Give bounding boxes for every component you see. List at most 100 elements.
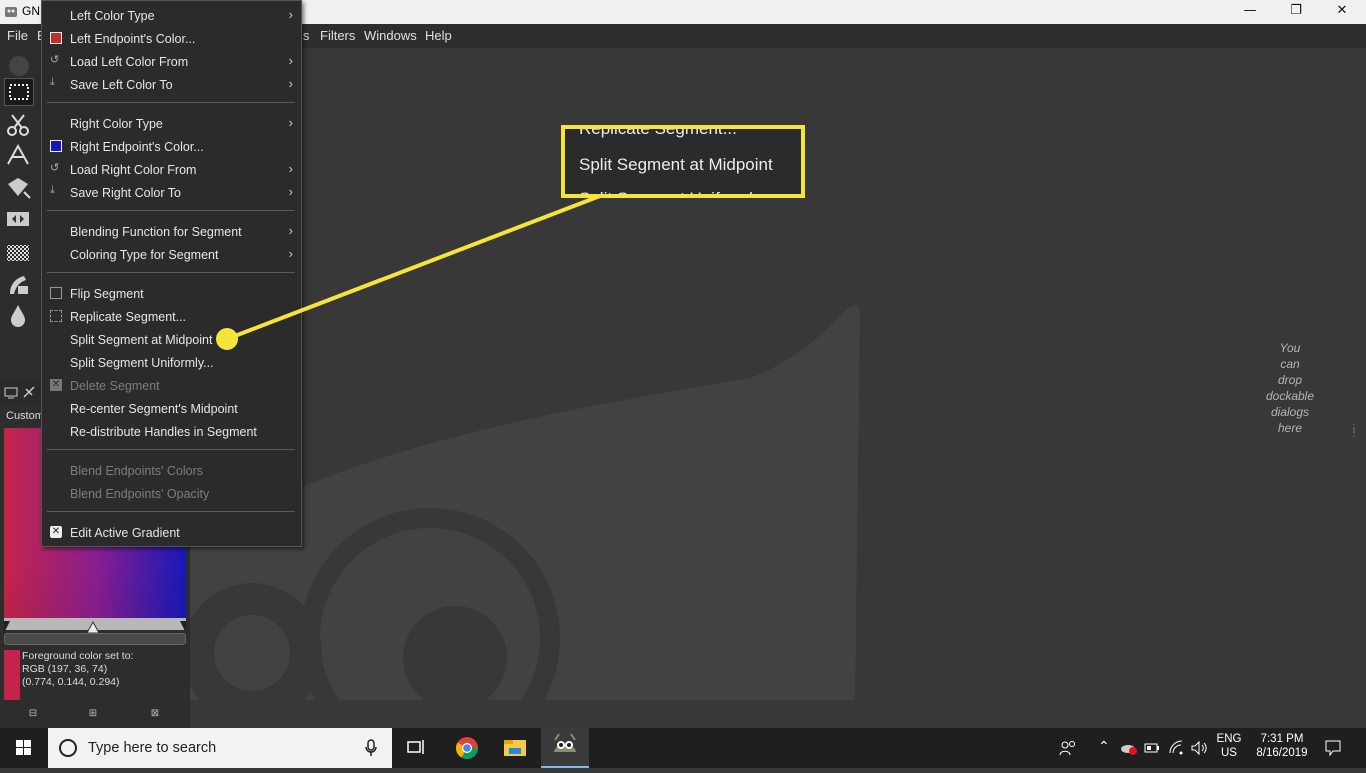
- language-indicator[interactable]: ENG US: [1216, 733, 1242, 759]
- zoom-fit-icon[interactable]: ⊠: [149, 708, 161, 720]
- menu-item-recenter-midpoint[interactable]: Re-center Segment's Midpoint: [42, 397, 301, 420]
- drop-icon: [11, 305, 25, 327]
- chevron-right-icon: ›: [288, 184, 293, 199]
- paint-tool[interactable]: [4, 272, 34, 300]
- scissors-icon: [7, 114, 29, 136]
- callout-split-midpoint-text: Split Segment at Midpoint: [579, 155, 773, 174]
- gimp-taskbar-button[interactable]: [541, 728, 589, 768]
- blend-tool[interactable]: [4, 240, 34, 268]
- wilber-icon: [9, 56, 29, 76]
- menu-item-blend-colors[interactable]: Blend Endpoints' Colors: [42, 459, 301, 482]
- save-icon: ⤓: [50, 184, 55, 196]
- gradient-icon: [7, 245, 29, 261]
- menu-item-left-endpoint-color[interactable]: Left Endpoint's Color...: [42, 27, 301, 50]
- menu-item-right-endpoint-color[interactable]: Right Endpoint's Color...: [42, 135, 301, 158]
- maximize-button[interactable]: ❐: [1273, 0, 1319, 24]
- foreground-status-float: (0.774, 0.144, 0.294): [22, 676, 120, 688]
- menu-item-save-left-color[interactable]: ⤓ Save Left Color To ›: [42, 73, 301, 96]
- keyboard-layout: US: [1221, 747, 1237, 759]
- menu-item-blending-function[interactable]: Blending Function for Segment ›: [42, 220, 301, 243]
- menu-item-replicate-segment[interactable]: Replicate Segment...: [42, 305, 301, 328]
- microphone-icon[interactable]: [364, 739, 378, 757]
- menu-help[interactable]: Help: [425, 28, 452, 43]
- dock-hint-line: can: [1280, 357, 1300, 371]
- device-status-icon[interactable]: [4, 385, 18, 399]
- scissors-tool[interactable]: [4, 112, 34, 140]
- clock-time: 7:31 PM: [1260, 733, 1304, 745]
- menu-item-edit-active-gradient[interactable]: ✕ Edit Active Gradient: [42, 521, 301, 544]
- menu-item-delete-segment[interactable]: ✕ Delete Segment: [42, 374, 301, 397]
- menu-item-split-uniformly[interactable]: Split Segment Uniformly...: [42, 351, 301, 374]
- menu-item-label: Split Segment at Midpoint: [70, 333, 213, 347]
- zoom-out-icon[interactable]: ⊟: [27, 708, 39, 720]
- battery-icon[interactable]: [1144, 742, 1160, 754]
- menu-item-blend-opacity[interactable]: Blend Endpoints' Opacity: [42, 482, 301, 505]
- menu-separator: [47, 511, 295, 512]
- window-title: GN: [22, 4, 40, 18]
- menu-item-save-right-color[interactable]: ⤓ Save Right Color To ›: [42, 181, 301, 204]
- chevron-right-icon: ›: [288, 223, 293, 238]
- menu-item-label: Re-distribute Handles in Segment: [70, 425, 257, 439]
- gradient-name-label: Custom: [6, 410, 44, 422]
- gradient-context-menu: Left Color Type › Left Endpoint's Color..…: [41, 0, 302, 547]
- path-tool[interactable]: [4, 142, 34, 170]
- flip-tool[interactable]: [4, 206, 34, 234]
- flip-icon: [7, 212, 29, 226]
- minimize-button[interactable]: —: [1227, 0, 1273, 24]
- menu-item-redistribute-handles[interactable]: Re-distribute Handles in Segment: [42, 420, 301, 443]
- menu-item-right-color-type[interactable]: Right Color Type ›: [42, 112, 301, 135]
- onedrive-error-icon[interactable]: [1120, 740, 1138, 756]
- callout-split-uniformly-text: Split Segment Uniformly...: [579, 189, 774, 194]
- callout-replicate-text: Replicate Segment...: [579, 125, 737, 138]
- paintbrush-icon: [10, 276, 28, 294]
- undo-icon: ↺: [50, 54, 60, 66]
- wifi-icon[interactable]: [1168, 740, 1184, 756]
- start-button[interactable]: [0, 728, 48, 768]
- taskbar-search[interactable]: Type here to search: [48, 728, 392, 768]
- file-explorer-button[interactable]: [491, 728, 539, 768]
- menu-filters[interactable]: Filters: [320, 28, 355, 43]
- menu-item-label: Blend Endpoints' Opacity: [70, 487, 210, 501]
- menu-separator: [47, 102, 295, 103]
- menu-file[interactable]: File: [7, 28, 28, 43]
- menu-item-split-midpoint[interactable]: Split Segment at Midpoint: [42, 328, 301, 351]
- windows-logo-icon: [16, 740, 31, 755]
- zoom-in-icon[interactable]: ⊞: [87, 708, 99, 720]
- callout-zoom-box: Replicate Segment... Split Segment at Mi…: [561, 125, 805, 198]
- menu-windows[interactable]: Windows: [364, 28, 417, 43]
- language-code: ENG: [1216, 733, 1242, 745]
- smudge-tool[interactable]: [4, 302, 34, 330]
- foreground-status-line: Foreground color set to:: [22, 650, 134, 662]
- transform-tool[interactable]: [4, 174, 34, 202]
- menu-item-load-left-color[interactable]: ↺ Load Left Color From ›: [42, 50, 301, 73]
- gradient-scrollbar[interactable]: [4, 633, 186, 645]
- menu-item-coloring-type[interactable]: Coloring Type for Segment ›: [42, 243, 301, 266]
- gimp-icon: [554, 733, 576, 752]
- menu-item-label: Blending Function for Segment: [70, 225, 242, 239]
- task-view-button[interactable]: [392, 728, 440, 768]
- people-icon[interactable]: [1058, 738, 1078, 758]
- close-icon: ✕: [50, 526, 62, 538]
- action-center-icon[interactable]: [1324, 739, 1342, 757]
- dock-hint-line: drop: [1277, 373, 1303, 387]
- menu-item-load-right-color[interactable]: ↺ Load Right Color From ›: [42, 158, 301, 181]
- volume-icon[interactable]: [1190, 740, 1208, 756]
- menu-item-label: Split Segment Uniformly...: [70, 356, 214, 370]
- menu-item-left-color-type[interactable]: Left Color Type ›: [42, 4, 301, 27]
- menu-separator: [47, 210, 295, 211]
- gradient-handles[interactable]: [4, 618, 186, 634]
- close-button[interactable]: ✕: [1319, 0, 1365, 24]
- gradient-stops: [4, 620, 186, 634]
- flip-icon: [50, 287, 62, 299]
- chrome-taskbar-button[interactable]: [443, 728, 491, 768]
- undo-history-icon[interactable]: [22, 385, 36, 399]
- menu-item-flip-segment[interactable]: Flip Segment: [42, 282, 301, 305]
- chevron-up-icon[interactable]: ⌃: [1098, 738, 1110, 755]
- clock[interactable]: 7:31 PM 8/16/2019: [1254, 733, 1310, 759]
- menu-item-label: Right Color Type: [70, 117, 163, 131]
- menu-item-label: Edit Active Gradient: [70, 526, 180, 540]
- rect-select-tool[interactable]: [4, 78, 34, 106]
- cortana-icon: [59, 739, 77, 757]
- foreground-status: Foreground color set to: RGB (197, 36, 7…: [22, 650, 133, 689]
- dock-handle-icon[interactable]: ⋮ ⋮: [1349, 424, 1359, 444]
